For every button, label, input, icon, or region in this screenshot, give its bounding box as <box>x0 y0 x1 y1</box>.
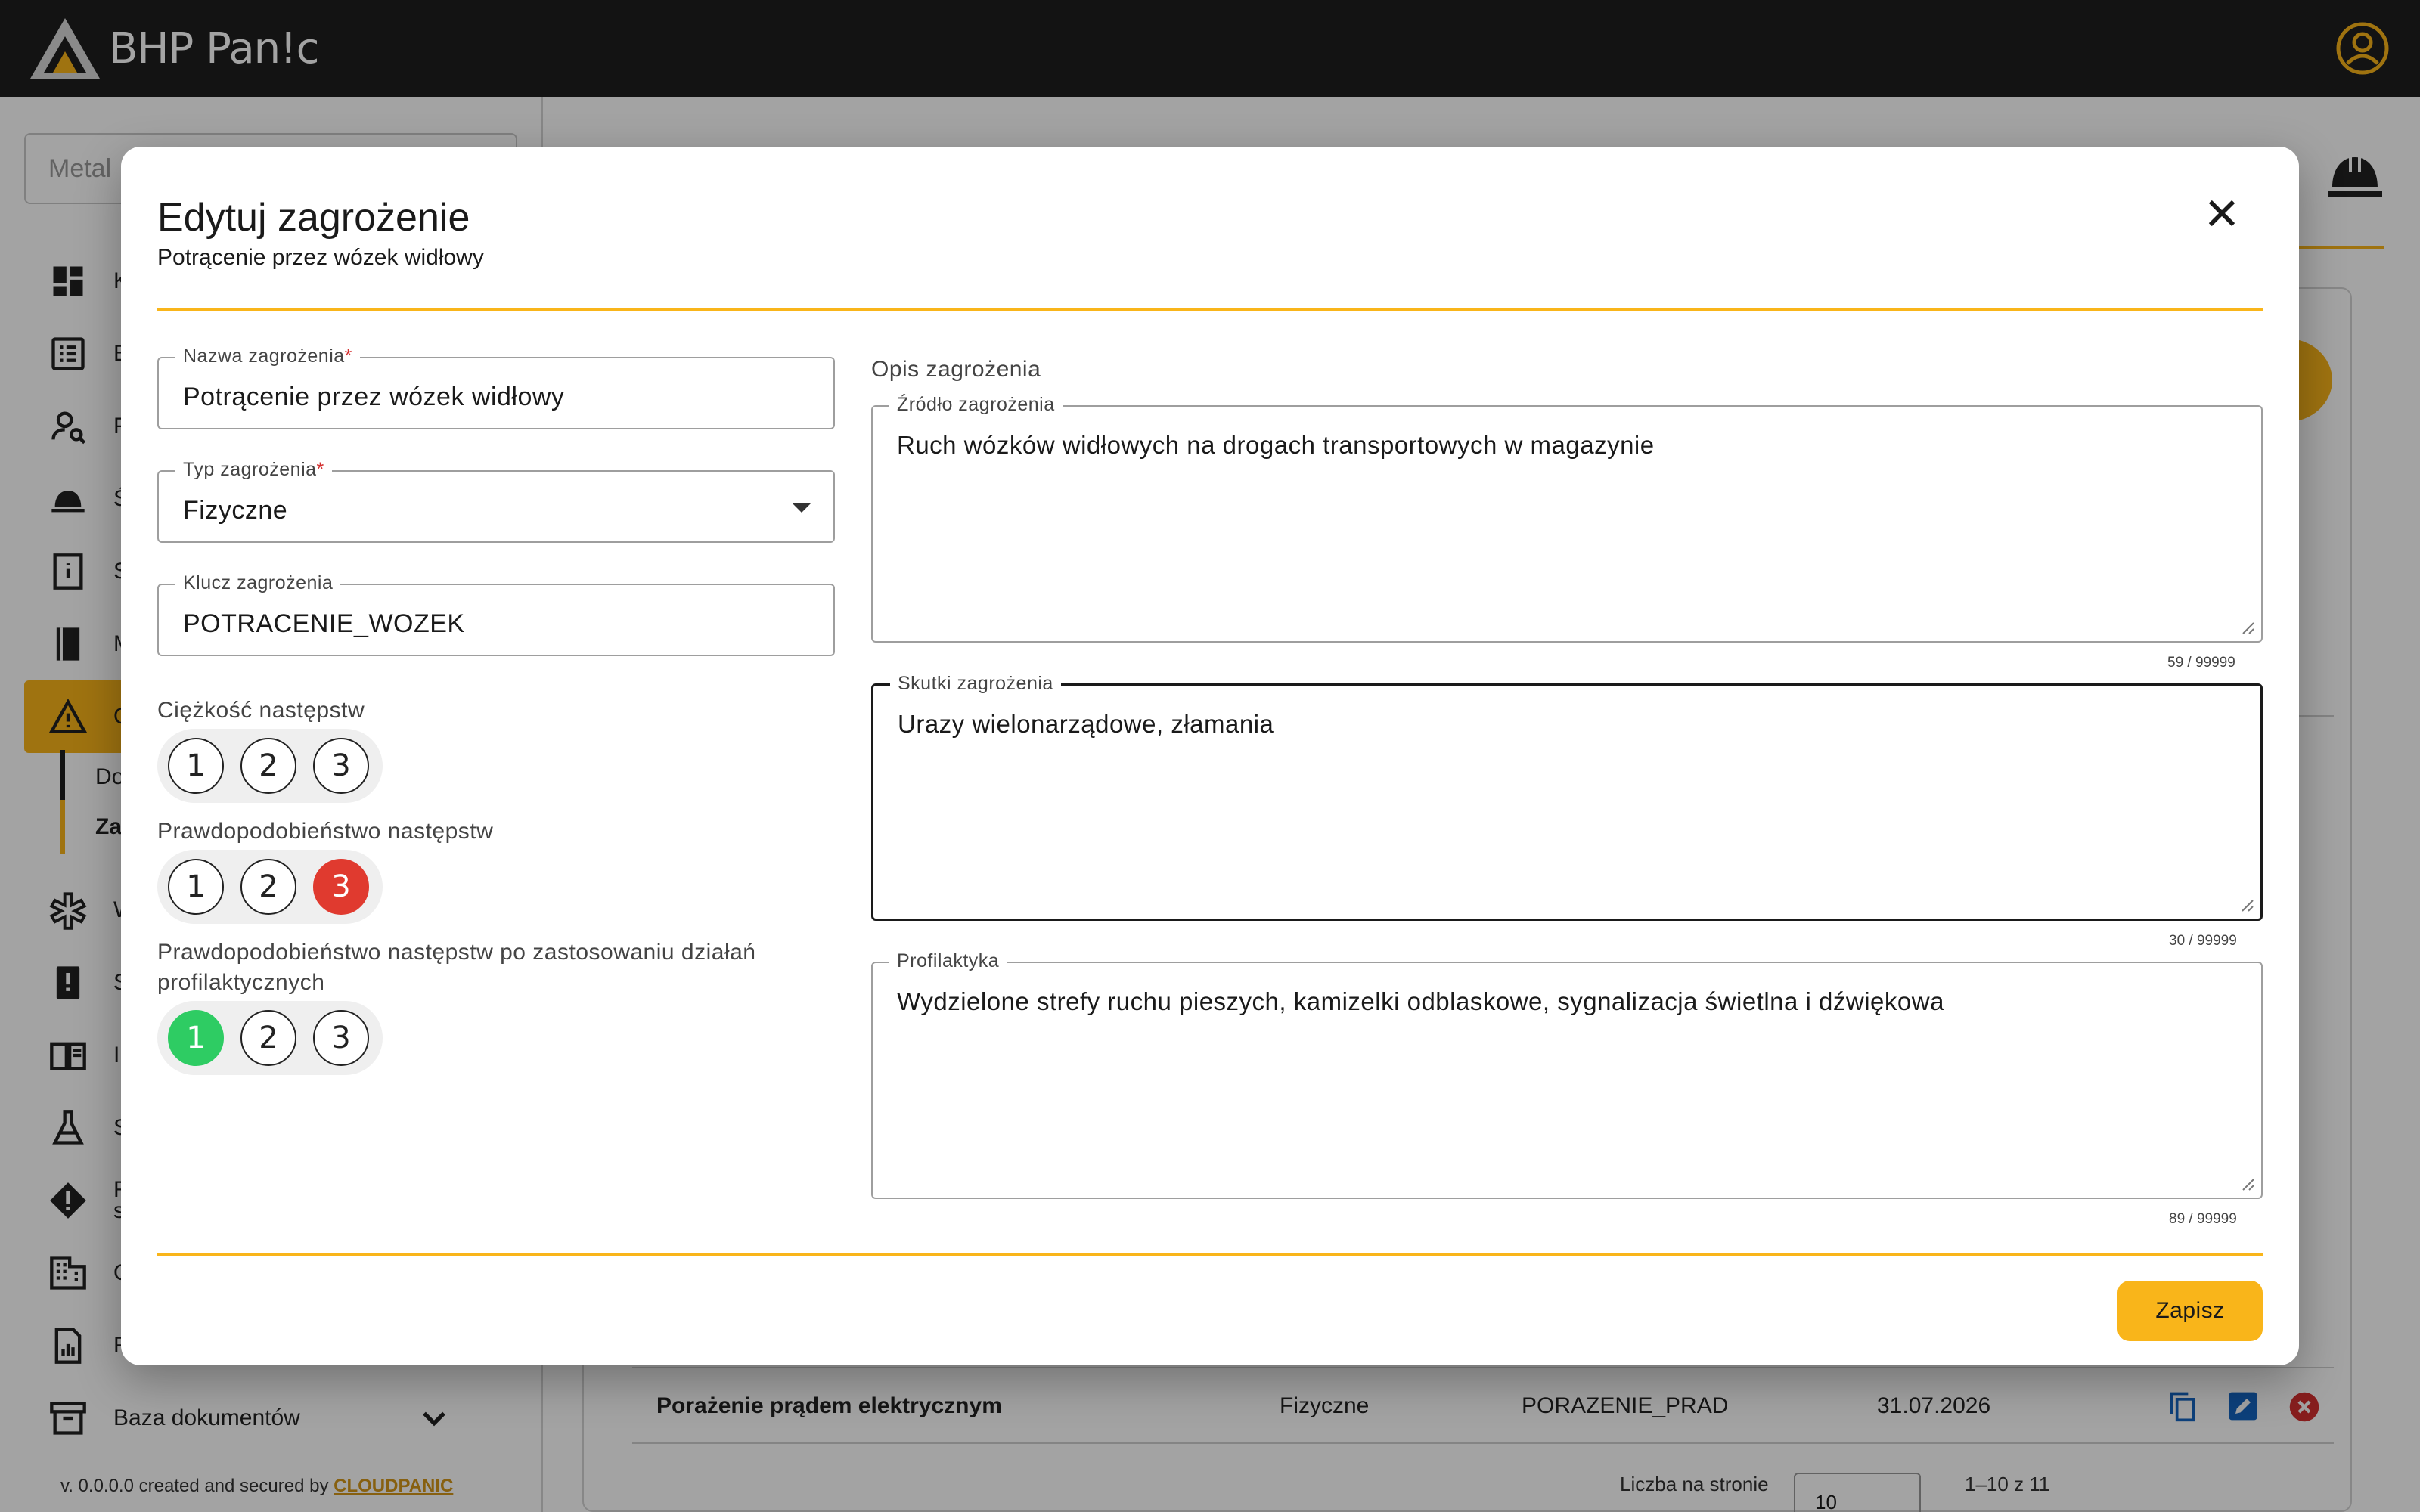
hazard-source-textarea[interactable]: Źródło zagrożenia Ruch wózków widłowych … <box>871 394 2263 643</box>
resize-handle-icon[interactable] <box>2239 897 2254 912</box>
hazard-effects-textarea[interactable]: Skutki zagrożenia Urazy wielonarządowe, … <box>871 673 2263 921</box>
probability-after-toggle-group: 1 2 3 <box>157 1001 383 1075</box>
hazard-effects-counter: 30 / 99999 <box>2169 933 2237 949</box>
hazard-key-label: Klucz zagrożenia <box>175 572 341 594</box>
required-mark: * <box>344 345 352 367</box>
probability-label: Prawdopodobieństwo następstw <box>157 819 494 844</box>
required-mark: * <box>316 459 324 480</box>
hazard-name-value: Potrącenie przez wózek widłowy <box>183 383 565 411</box>
probability-after-label-line1: Prawdopodobieństwo następstw po zastosow… <box>157 940 756 965</box>
prevention-counter: 89 / 99999 <box>2169 1211 2237 1227</box>
prevention-label: Profilaktyka <box>889 950 1007 972</box>
probability-option-3-selected[interactable]: 3 <box>313 859 369 915</box>
dropdown-arrow-icon <box>793 503 811 513</box>
dialog-title: Edytuj zagrożenie <box>157 196 470 240</box>
severity-option-3[interactable]: 3 <box>313 738 369 794</box>
hazard-source-label: Źródło zagrożenia <box>889 394 1063 416</box>
probability-after-option-2[interactable]: 2 <box>240 1010 296 1066</box>
severity-toggle-group: 1 2 3 <box>157 729 383 803</box>
header-divider <box>157 308 2263 311</box>
hazard-name-label: Nazwa zagrożenia* <box>175 345 360 367</box>
severity-option-2[interactable]: 2 <box>240 738 296 794</box>
hazard-effects-label: Skutki zagrożenia <box>890 673 1061 695</box>
hazard-source-counter: 59 / 99999 <box>2167 655 2235 671</box>
hazard-key-field[interactable]: Klucz zagrożenia POTRACENIE_WOZEK <box>157 572 835 656</box>
footer-divider <box>157 1253 2263 1256</box>
probability-after-option-3[interactable]: 3 <box>313 1010 369 1066</box>
dialog-subtitle: Potrącenie przez wózek widłowy <box>157 245 484 270</box>
probability-after-label: Prawdopodobieństwo następstw po zastosow… <box>157 937 755 998</box>
hazard-type-label: Typ zagrożenia* <box>175 459 332 481</box>
edit-hazard-dialog: Edytuj zagrożenie Potrącenie przez wózek… <box>121 147 2299 1365</box>
prevention-textarea[interactable]: Profilaktyka Wydzielone strefy ruchu pie… <box>871 950 2263 1199</box>
prevention-value: Wydzielone strefy ruchu pieszych, kamize… <box>897 987 1944 1015</box>
severity-label: Ciężkość następstw <box>157 698 365 723</box>
hazard-key-value: POTRACENIE_WOZEK <box>183 609 465 638</box>
probability-after-label-line2: profilaktycznych <box>157 970 325 995</box>
resize-handle-icon[interactable] <box>2240 1176 2255 1191</box>
close-icon[interactable] <box>2202 194 2242 233</box>
description-section-label: Opis zagrożenia <box>871 357 1041 382</box>
resize-handle-icon[interactable] <box>2240 620 2255 635</box>
label-text: Nazwa zagrożenia <box>183 345 345 367</box>
probability-option-2[interactable]: 2 <box>240 859 296 915</box>
hazard-effects-value: Urazy wielonarządowe, złamania <box>898 710 1274 738</box>
hazard-source-value: Ruch wózków widłowych na drogach transpo… <box>897 431 1655 459</box>
save-button[interactable]: Zapisz <box>2118 1281 2263 1341</box>
label-text: Typ zagrożenia <box>183 459 317 480</box>
probability-toggle-group: 1 2 3 <box>157 850 383 924</box>
hazard-type-select[interactable]: Typ zagrożenia* Fizyczne <box>157 459 835 543</box>
probability-option-1[interactable]: 1 <box>168 859 224 915</box>
severity-option-1[interactable]: 1 <box>168 738 224 794</box>
probability-after-option-1-selected[interactable]: 1 <box>168 1010 224 1066</box>
hazard-type-value: Fizyczne <box>183 496 288 525</box>
hazard-name-field[interactable]: Nazwa zagrożenia* Potrącenie przez wózek… <box>157 345 835 429</box>
